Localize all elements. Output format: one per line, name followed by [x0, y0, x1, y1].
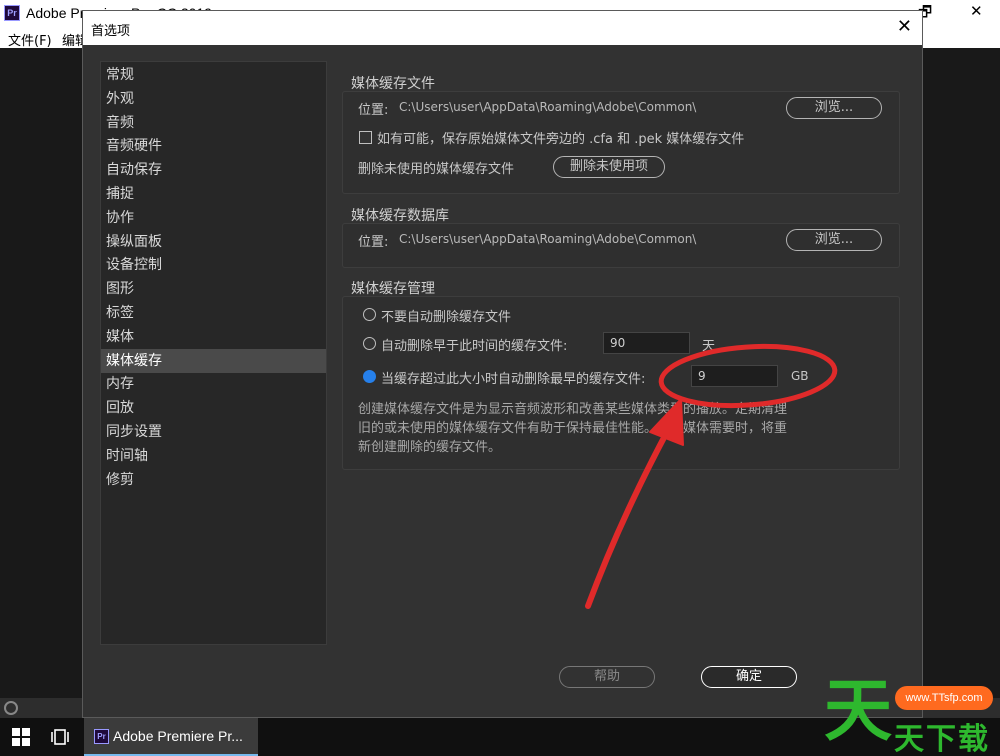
sidebar-item[interactable]: 操纵面板 [101, 230, 326, 254]
sidebar-item[interactable]: 回放 [101, 396, 326, 420]
ok-button[interactable]: 确定 [701, 666, 797, 688]
sidebar-item[interactable]: 常规 [101, 63, 326, 87]
help-button[interactable]: 帮助 [559, 666, 655, 688]
sidebar-item[interactable]: 捕捉 [101, 182, 326, 206]
cache-files-browse-button[interactable]: 浏览... [786, 97, 882, 119]
menu-file[interactable]: 文件(F) [8, 30, 52, 49]
delete-older-label: 自动删除早于此时间的缓存文件: [381, 339, 568, 354]
radio-never-delete[interactable] [363, 308, 376, 321]
sidebar-item[interactable]: 外观 [101, 87, 326, 111]
sync-status-icon [4, 701, 18, 715]
preferences-sidebar: 常规 外观 音频 音频硬件 自动保存 捕捉 协作 操纵面板 设备控制 图形 标签 媒体 媒体缓存 内存 回放… [100, 61, 327, 645]
radio-delete-older[interactable] [363, 337, 376, 350]
size-limit-input[interactable]: 9 [691, 365, 778, 387]
sidebar-item[interactable]: 媒体缓存 [101, 348, 326, 373]
older-days-unit: 天 [702, 339, 716, 354]
taskbar-app-label: Adobe Premiere Pr... [113, 728, 243, 744]
cache-description: 创建媒体缓存文件是为显示音频波形和改善某些媒体类型的播放。定期清理旧的或未使用的… [358, 402, 788, 455]
size-limit-unit: GB [791, 369, 809, 383]
sidebar-item[interactable]: 图形 [101, 277, 326, 301]
sidebar-item[interactable]: 内存 [101, 372, 326, 396]
sidebar-item[interactable]: 媒体 [101, 325, 326, 349]
dialog-title: 首选项 [91, 24, 131, 39]
sidebar-item[interactable]: 自动保存 [101, 158, 326, 182]
taskbar-premiere-app[interactable]: Pr Adobe Premiere Pr... [84, 718, 258, 756]
delete-unused-button[interactable]: 删除未使用项 [553, 156, 665, 178]
delete-unused-label: 删除未使用的媒体缓存文件 [358, 162, 515, 177]
radio-delete-by-size[interactable] [363, 370, 376, 383]
cache-files-location-label: 位置: [358, 103, 389, 118]
older-days-input[interactable]: 90 [603, 332, 690, 354]
windows-start-icon[interactable] [12, 728, 30, 746]
taskbar: Pr Adobe Premiere Pr... [0, 718, 1000, 756]
sidebar-item[interactable]: 时间轴 [101, 444, 326, 468]
cache-db-location-label: 位置: [358, 235, 389, 250]
dialog-close-icon[interactable]: ✕ [897, 16, 912, 37]
sidebar-item[interactable]: 设备控制 [101, 253, 326, 277]
cache-files-title: 媒体缓存文件 [351, 76, 435, 92]
delete-by-size-label: 当缓存超过此大小时自动删除最早的缓存文件: [381, 372, 646, 387]
sidebar-item[interactable]: 协作 [101, 206, 326, 230]
dialog-titlebar: 首选项 ✕ [83, 11, 922, 45]
cache-db-title: 媒体缓存数据库 [351, 208, 449, 224]
sidebar-item[interactable]: 同步设置 [101, 420, 326, 444]
never-delete-label: 不要自动删除缓存文件 [381, 310, 512, 325]
save-beside-originals-label: 如有可能，保存原始媒体文件旁边的 .cfa 和 .pek 媒体缓存文件 [377, 132, 745, 147]
app-close-icon[interactable]: ✕ [970, 2, 983, 20]
preferences-dialog: 首选项 ✕ 常规 外观 音频 音频硬件 自动保存 捕捉 协作 操纵面板 设备控制 图形 标签 媒体 媒体… [82, 10, 923, 718]
premiere-logo-icon: Pr [4, 5, 20, 21]
sidebar-item[interactable]: 音频硬件 [101, 134, 326, 158]
save-beside-originals-checkbox[interactable] [359, 131, 372, 144]
premiere-taskbar-icon: Pr [94, 729, 109, 744]
cache-db-browse-button[interactable]: 浏览... [786, 229, 882, 251]
task-view-icon[interactable] [50, 727, 70, 747]
sidebar-item[interactable]: 音频 [101, 111, 326, 135]
sidebar-item[interactable]: 修剪 [101, 468, 326, 492]
sidebar-item[interactable]: 标签 [101, 301, 326, 325]
cache-files-path: C:\Users\user\AppData\Roaming\Adobe\Comm… [399, 100, 697, 114]
screen: Pr Adobe Premiere Pro CC 2019 🗗 ✕ 文件(F) … [0, 0, 1000, 756]
cache-db-path: C:\Users\user\AppData\Roaming\Adobe\Comm… [399, 232, 697, 246]
cache-mgmt-title: 媒体缓存管理 [351, 281, 435, 297]
